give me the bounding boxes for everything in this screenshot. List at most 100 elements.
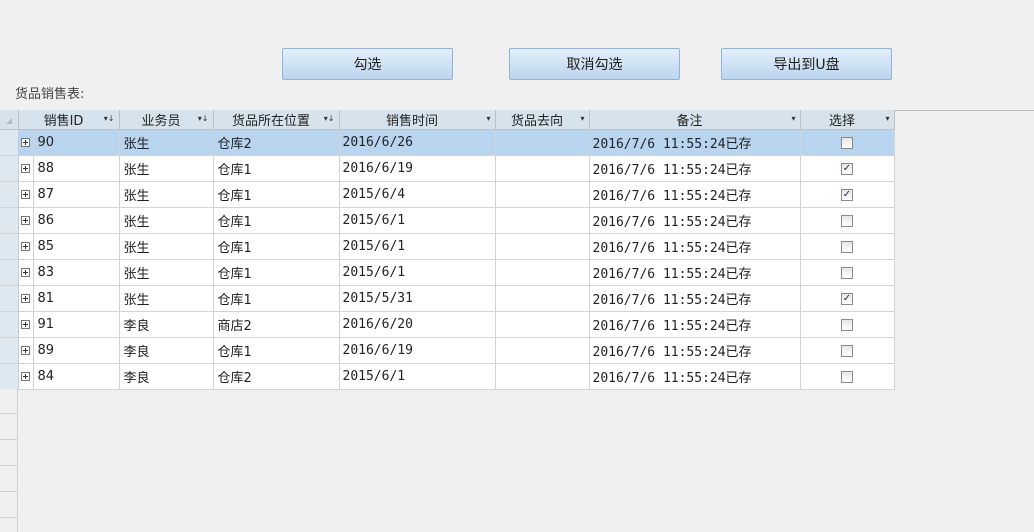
cell-location[interactable]: 仓库1	[213, 181, 340, 208]
record-selector[interactable]	[0, 259, 19, 286]
expand-plus-icon[interactable]	[21, 242, 30, 251]
cell-salesperson[interactable]: 张生	[119, 207, 214, 234]
table-row[interactable]: 85 张生 仓库1 2015/6/1 2016/7/6 11:55:24已存	[0, 233, 989, 260]
expand-cell[interactable]	[18, 233, 34, 260]
cell-salesperson[interactable]: 李良	[119, 337, 214, 364]
cell-location[interactable]: 商店2	[213, 311, 340, 338]
export-to-usb-button[interactable]: 导出到U盘	[721, 48, 892, 80]
expand-plus-icon[interactable]	[21, 164, 30, 173]
cell-sale-date[interactable]: 2015/6/1	[339, 233, 496, 260]
expand-plus-icon[interactable]	[21, 346, 30, 355]
cell-location[interactable]: 仓库1	[213, 155, 340, 182]
cell-location[interactable]: 仓库2	[213, 363, 340, 390]
cell-sale-date[interactable]: 2016/6/26	[339, 129, 496, 156]
expand-plus-icon[interactable]	[21, 190, 30, 199]
cell-destination[interactable]	[495, 285, 590, 312]
cell-note[interactable]: 2016/7/6 11:55:24已存	[589, 363, 801, 390]
expand-cell[interactable]	[18, 337, 34, 364]
cell-destination[interactable]	[495, 337, 590, 364]
cell-note[interactable]: 2016/7/6 11:55:24已存	[589, 259, 801, 286]
record-selector[interactable]	[0, 337, 19, 364]
expand-plus-icon[interactable]	[21, 268, 30, 277]
table-row[interactable]: 88 张生 仓库1 2016/6/19 2016/7/6 11:55:24已存 ✓	[0, 155, 989, 182]
expand-plus-icon[interactable]	[21, 320, 30, 329]
cell-location[interactable]: 仓库1	[213, 233, 340, 260]
cell-sale-date[interactable]: 2015/6/1	[339, 259, 496, 286]
filter-sort-icon[interactable]: ▾↓	[198, 114, 209, 123]
cell-salesperson[interactable]: 张生	[119, 233, 214, 260]
cell-note[interactable]: 2016/7/6 11:55:24已存	[589, 285, 801, 312]
select-checkbox[interactable]	[841, 344, 853, 357]
column-header-select[interactable]: 选择 ▾	[800, 110, 895, 130]
column-header-destination[interactable]: 货品去向 ▾	[495, 110, 590, 130]
cell-select[interactable]	[800, 233, 895, 260]
cell-sale-date[interactable]: 2015/6/1	[339, 207, 496, 234]
cell-destination[interactable]	[495, 155, 590, 182]
cell-salesperson[interactable]: 张生	[119, 259, 214, 286]
dropdown-arrow-icon[interactable]: ▾	[885, 114, 889, 123]
dropdown-arrow-icon[interactable]: ▾	[486, 114, 490, 123]
select-checkbox[interactable]	[841, 318, 853, 331]
cell-select[interactable]	[800, 337, 895, 364]
expand-plus-icon[interactable]	[21, 138, 30, 147]
cell-sales-id[interactable]: 91	[33, 311, 120, 338]
cell-salesperson[interactable]: 张生	[119, 181, 214, 208]
select-checkbox[interactable]	[841, 214, 853, 227]
filter-sort-icon[interactable]: ▾↓	[324, 114, 335, 123]
table-row[interactable]: 90 张生 仓库2 2016/6/26 2016/7/6 11:55:24已存	[0, 129, 989, 156]
cell-select[interactable]	[800, 259, 895, 286]
record-selector[interactable]	[0, 181, 19, 208]
select-all-corner[interactable]	[0, 110, 19, 130]
select-checkbox-checked[interactable]: ✓	[841, 292, 853, 305]
table-row[interactable]: 87 张生 仓库1 2015/6/4 2016/7/6 11:55:24已存 ✓	[0, 181, 989, 208]
cell-note[interactable]: 2016/7/6 11:55:24已存	[589, 337, 801, 364]
expand-cell[interactable]	[18, 363, 34, 390]
select-checkbox-checked[interactable]: ✓	[841, 162, 853, 175]
cell-note[interactable]: 2016/7/6 11:55:24已存	[589, 129, 801, 156]
record-selector[interactable]	[0, 207, 19, 234]
cell-select[interactable]: ✓	[800, 181, 895, 208]
cell-note[interactable]: 2016/7/6 11:55:24已存	[589, 207, 801, 234]
expand-cell[interactable]	[18, 311, 34, 338]
cell-sales-id[interactable]: 87	[33, 181, 120, 208]
select-checkbox[interactable]	[841, 266, 853, 279]
cell-salesperson[interactable]: 李良	[119, 311, 214, 338]
cell-sales-id[interactable]: 83	[33, 259, 120, 286]
column-header-sale-date[interactable]: 销售时间 ▾	[339, 110, 496, 130]
expand-cell[interactable]	[18, 285, 34, 312]
cell-sales-id[interactable]: 85	[33, 233, 120, 260]
cell-location[interactable]: 仓库1	[213, 259, 340, 286]
column-header-note[interactable]: 备注 ▾	[589, 110, 801, 130]
record-selector[interactable]	[0, 233, 19, 260]
expand-cell[interactable]	[18, 207, 34, 234]
table-row[interactable]: 81 张生 仓库1 2015/5/31 2016/7/6 11:55:24已存 ✓	[0, 285, 989, 312]
cell-note[interactable]: 2016/7/6 11:55:24已存	[589, 155, 801, 182]
cell-sales-id[interactable]: 84	[33, 363, 120, 390]
cell-sales-id[interactable]: 89	[33, 337, 120, 364]
table-row[interactable]: 91 李良 商店2 2016/6/20 2016/7/6 11:55:24已存	[0, 311, 989, 338]
table-row[interactable]: 86 张生 仓库1 2015/6/1 2016/7/6 11:55:24已存	[0, 207, 989, 234]
select-checkbox[interactable]	[841, 136, 853, 149]
cell-destination[interactable]	[495, 259, 590, 286]
cell-location[interactable]: 仓库1	[213, 337, 340, 364]
cell-salesperson[interactable]: 张生	[119, 155, 214, 182]
expand-cell[interactable]	[18, 155, 34, 182]
column-header-location[interactable]: 货品所在位置 ▾↓	[213, 110, 340, 130]
record-selector[interactable]	[0, 155, 19, 182]
expand-plus-icon[interactable]	[21, 372, 30, 381]
cell-sales-id[interactable]: 88	[33, 155, 120, 182]
record-selector[interactable]	[0, 129, 19, 156]
cell-sales-id[interactable]: 90	[33, 129, 120, 156]
record-selector[interactable]	[0, 285, 19, 312]
cell-sale-date[interactable]: 2015/6/4	[339, 181, 496, 208]
table-row[interactable]: 84 李良 仓库2 2015/6/1 2016/7/6 11:55:24已存	[0, 363, 989, 390]
cell-sale-date[interactable]: 2015/5/31	[339, 285, 496, 312]
cell-note[interactable]: 2016/7/6 11:55:24已存	[589, 181, 801, 208]
cell-location[interactable]: 仓库1	[213, 285, 340, 312]
cell-note[interactable]: 2016/7/6 11:55:24已存	[589, 311, 801, 338]
table-row[interactable]: 83 张生 仓库1 2015/6/1 2016/7/6 11:55:24已存	[0, 259, 989, 286]
select-checkbox[interactable]	[841, 370, 853, 383]
cell-sales-id[interactable]: 86	[33, 207, 120, 234]
cell-destination[interactable]	[495, 181, 590, 208]
cell-sale-date[interactable]: 2016/6/19	[339, 337, 496, 364]
